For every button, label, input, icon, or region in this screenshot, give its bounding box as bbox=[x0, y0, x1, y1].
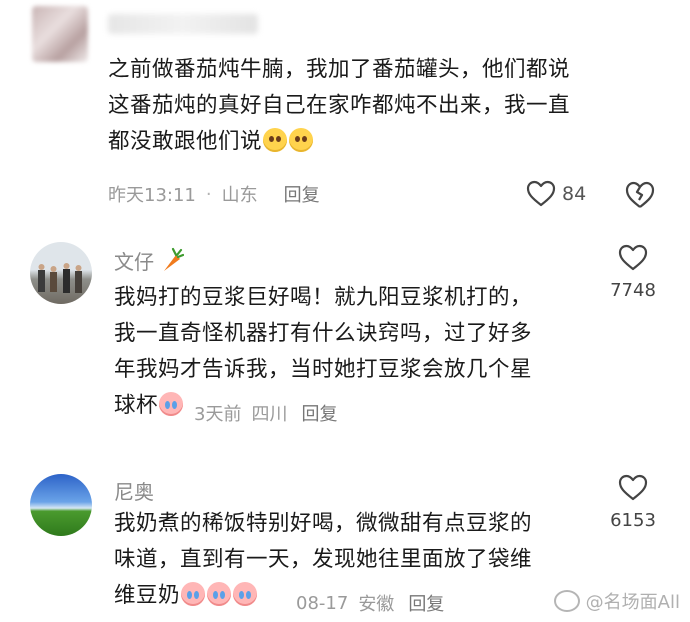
broken-heart-icon[interactable] bbox=[624, 180, 656, 210]
like-button[interactable]: 6153 bbox=[596, 474, 670, 531]
timestamp: 昨天13:11 bbox=[108, 185, 196, 206]
like-count: 84 bbox=[562, 183, 587, 205]
avatar[interactable] bbox=[30, 242, 92, 304]
weibo-logo-icon bbox=[553, 590, 580, 612]
avatar[interactable] bbox=[30, 474, 92, 536]
crying-face-icon bbox=[159, 392, 184, 416]
carrot-icon bbox=[164, 247, 185, 271]
pleading-face-icon bbox=[289, 128, 314, 152]
watermark: @名场面All bbox=[553, 588, 680, 614]
comment-meta: 3天前 四川 回复 bbox=[194, 400, 337, 426]
heart-icon bbox=[526, 180, 556, 207]
comment-line: 我奶煮的稀饭特别好喝，微微甜有点豆浆的 bbox=[114, 511, 533, 536]
comment-meta: 昨天13:11 · 山东 回复 bbox=[108, 181, 320, 207]
reply-button[interactable]: 回复 bbox=[408, 590, 444, 616]
comment-line: 年我妈才告诉我，当时她打豆浆会放几个星 bbox=[114, 357, 533, 382]
timestamp: 3天前 bbox=[194, 404, 242, 425]
crying-face-icon bbox=[233, 582, 258, 606]
comment-text: 之前做番茄炖牛腩，我加了番茄罐头，他们都说 这番茄炖的真好自己在家咋都炖不出来，… bbox=[108, 52, 678, 160]
comment-line: 我妈打的豆浆巨好喝！就九阳豆浆机打的， bbox=[114, 285, 533, 310]
username-text: 文仔 bbox=[114, 250, 154, 274]
watermark-text: @名场面All bbox=[585, 592, 680, 613]
username[interactable]: 文仔 bbox=[114, 246, 185, 275]
comment-meta: 08-17 安徽 回复 bbox=[296, 590, 444, 616]
comment-line-text: 维豆奶 bbox=[114, 583, 181, 608]
location: 四川 bbox=[251, 404, 288, 425]
comment-line: 球杯 bbox=[114, 388, 594, 424]
comment-line: 这番茄炖的真好自己在家咋都炖不出来，我一直 bbox=[108, 93, 571, 118]
like-button[interactable]: 7748 bbox=[596, 244, 670, 301]
like-count: 7748 bbox=[610, 280, 656, 301]
like-count: 6153 bbox=[610, 510, 656, 531]
comment-line-text: 球杯 bbox=[114, 393, 159, 418]
heart-icon bbox=[618, 244, 648, 271]
pleading-face-icon bbox=[263, 128, 288, 152]
username[interactable]: 尼奥 bbox=[114, 476, 154, 505]
location: 安徽 bbox=[358, 594, 395, 615]
username-blurred bbox=[108, 14, 258, 34]
comment-line: 味道，直到有一天，发现她往里面放了袋维 bbox=[114, 547, 533, 572]
avatar-photo bbox=[38, 263, 82, 293]
comment-text: 我妈打的豆浆巨好喝！就九阳豆浆机打的， 我一直奇怪机器打有什么诀窍吗，过了好多 … bbox=[114, 280, 594, 424]
comment-line-text: 都没敢跟他们说 bbox=[108, 129, 263, 154]
location: 山东 bbox=[221, 185, 258, 206]
reply-button[interactable]: 回复 bbox=[301, 400, 337, 426]
crying-face-icon bbox=[181, 582, 206, 606]
like-button[interactable]: 84 bbox=[526, 180, 586, 208]
comment-item: 文仔 我妈打的豆浆巨好喝！就九阳豆浆机打的， 我一直奇怪机器打有什么诀窍吗，过了… bbox=[0, 228, 690, 448]
timestamp: 08-17 bbox=[296, 592, 349, 614]
reply-button[interactable]: 回复 bbox=[284, 181, 320, 207]
separator-dot: · bbox=[205, 183, 212, 205]
avatar[interactable] bbox=[32, 6, 88, 62]
comment-line: 我一直奇怪机器打有什么诀窍吗，过了好多 bbox=[114, 321, 533, 346]
comment-line: 都没敢跟他们说 bbox=[108, 124, 678, 160]
comment-line: 之前做番茄炖牛腩，我加了番茄罐头，他们都说 bbox=[108, 57, 571, 82]
heart-icon bbox=[618, 474, 648, 501]
crying-face-icon bbox=[207, 582, 232, 606]
comment-item: 之前做番茄炖牛腩，我加了番茄罐头，他们都说 这番茄炖的真好自己在家咋都炖不出来，… bbox=[0, 0, 690, 225]
